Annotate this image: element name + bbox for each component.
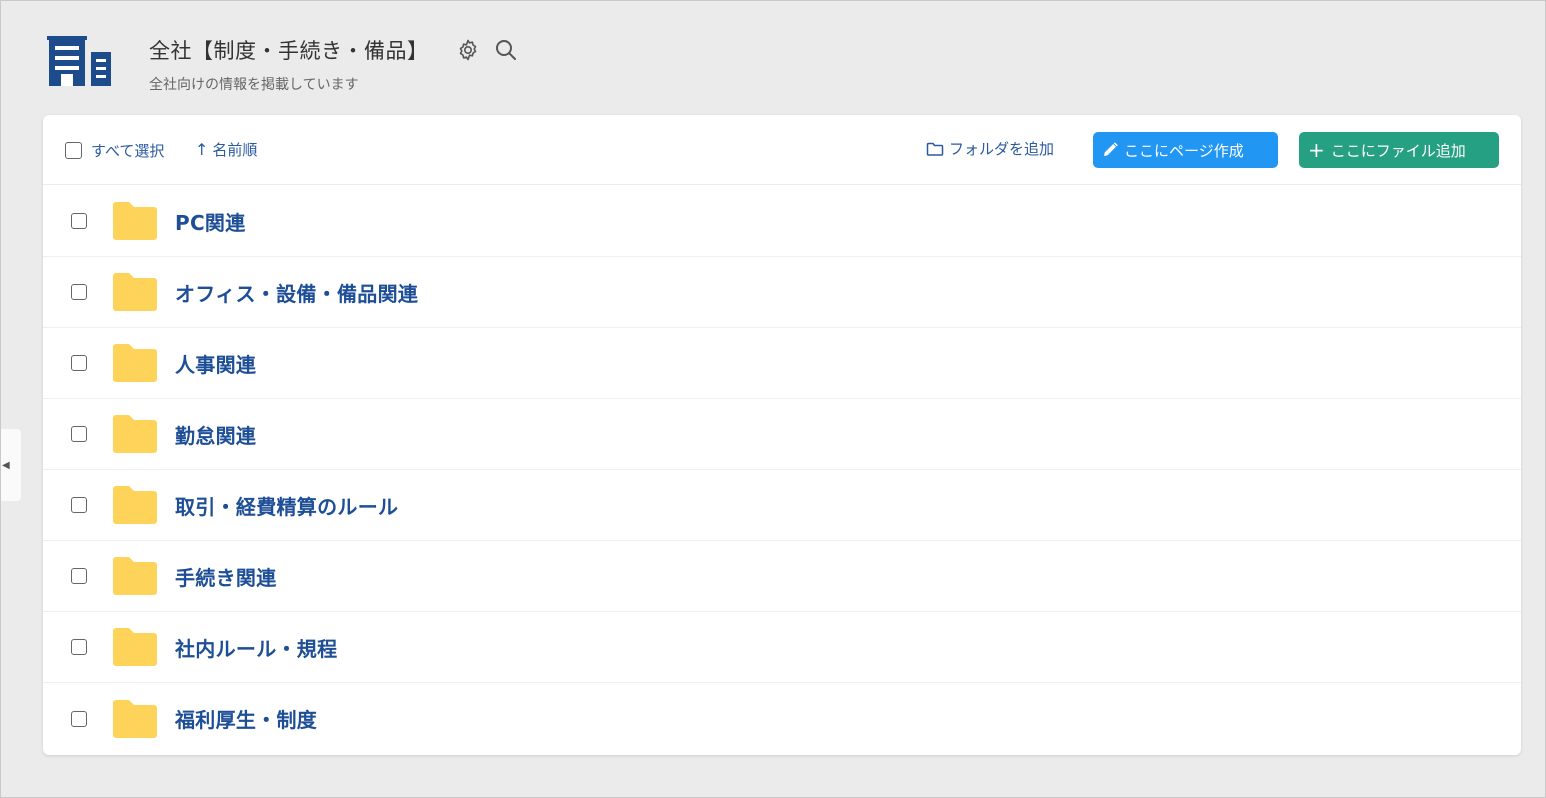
plus-icon: + [1308, 138, 1325, 162]
folder-row[interactable]: 福利厚生・制度 [43, 683, 1521, 754]
select-all-label[interactable]: すべて選択 [91, 140, 164, 161]
app-window: 全社【制度・手続き・備品】 全社向けの情報を掲載しています すべて選択 ↑ 名前… [0, 0, 1546, 798]
folder-name[interactable]: 社内ルール・規程 [175, 633, 337, 662]
folder-list-panel: すべて選択 ↑ 名前順 フォルダを追加 ここにページ作成 + ここにファイル追加… [43, 115, 1521, 755]
sidebar-toggle[interactable]: ◀ [1, 429, 21, 501]
row-checkbox[interactable] [71, 568, 87, 584]
title-line: 全社【制度・手続き・備品】 [149, 35, 519, 65]
folder-name[interactable]: オフィス・設備・備品関連 [175, 278, 418, 307]
folder-outline-icon [926, 142, 944, 156]
folder-row[interactable]: オフィス・設備・備品関連 [43, 257, 1521, 328]
folder-name[interactable]: 勤怠関連 [175, 420, 256, 449]
list-toolbar: すべて選択 ↑ 名前順 フォルダを追加 ここにページ作成 + ここにファイル追加 [43, 115, 1521, 185]
select-all-checkbox[interactable] [65, 142, 82, 159]
row-checkbox[interactable] [71, 639, 87, 655]
add-folder-button[interactable]: フォルダを追加 [926, 138, 1054, 159]
create-page-label: ここにページ作成 [1124, 141, 1244, 160]
folder-name[interactable]: 人事関連 [175, 349, 256, 378]
arrow-up-icon: ↑ [195, 140, 209, 159]
space-header: 全社【制度・手続き・備品】 全社向けの情報を掲載しています [47, 31, 747, 101]
folder-icon [113, 202, 157, 240]
folder-icon [113, 486, 157, 524]
folder-icon [113, 273, 157, 311]
sort-label[interactable]: 名前順 [212, 139, 257, 160]
folder-icon [113, 415, 157, 453]
folder-icon [113, 628, 157, 666]
page-title: 全社【制度・手続き・備品】 [149, 39, 429, 63]
folder-row[interactable]: 取引・経費精算のルール [43, 470, 1521, 541]
folder-row[interactable]: 手続き関連 [43, 541, 1521, 612]
folder-icon [113, 699, 157, 738]
add-folder-label[interactable]: フォルダを追加 [949, 138, 1054, 159]
folder-row[interactable]: 人事関連 [43, 328, 1521, 399]
building-icon [47, 36, 111, 86]
upload-file-button[interactable]: + ここにファイル追加 [1299, 132, 1499, 168]
create-page-button[interactable]: ここにページ作成 [1093, 132, 1278, 168]
upload-file-label: ここにファイル追加 [1330, 141, 1466, 160]
gear-icon[interactable] [455, 37, 481, 63]
row-checkbox[interactable] [71, 355, 87, 371]
row-checkbox[interactable] [71, 710, 87, 727]
folder-row[interactable]: 社内ルール・規程 [43, 612, 1521, 683]
folder-row[interactable]: PC関連 [43, 186, 1521, 257]
select-all[interactable]: すべて選択 [65, 140, 164, 161]
row-checkbox[interactable] [71, 426, 87, 442]
chevron-left-icon: ◀ [2, 459, 10, 471]
sort-toggle[interactable]: ↑ 名前順 [195, 139, 257, 160]
search-icon[interactable] [493, 37, 519, 63]
folder-icon [113, 557, 157, 595]
row-checkbox[interactable] [71, 497, 87, 513]
folder-icon [113, 344, 157, 382]
row-checkbox[interactable] [71, 213, 87, 229]
row-checkbox[interactable] [71, 284, 87, 300]
folder-row[interactable]: 勤怠関連 [43, 399, 1521, 470]
page-subtitle: 全社向けの情報を掲載しています [149, 77, 359, 93]
folder-name[interactable]: 取引・経費精算のルール [175, 491, 398, 520]
folder-name[interactable]: PC関連 [175, 207, 246, 236]
folder-name[interactable]: 福利厚生・制度 [175, 704, 317, 733]
pencil-icon [1102, 142, 1118, 158]
folder-name[interactable]: 手続き関連 [175, 562, 277, 591]
